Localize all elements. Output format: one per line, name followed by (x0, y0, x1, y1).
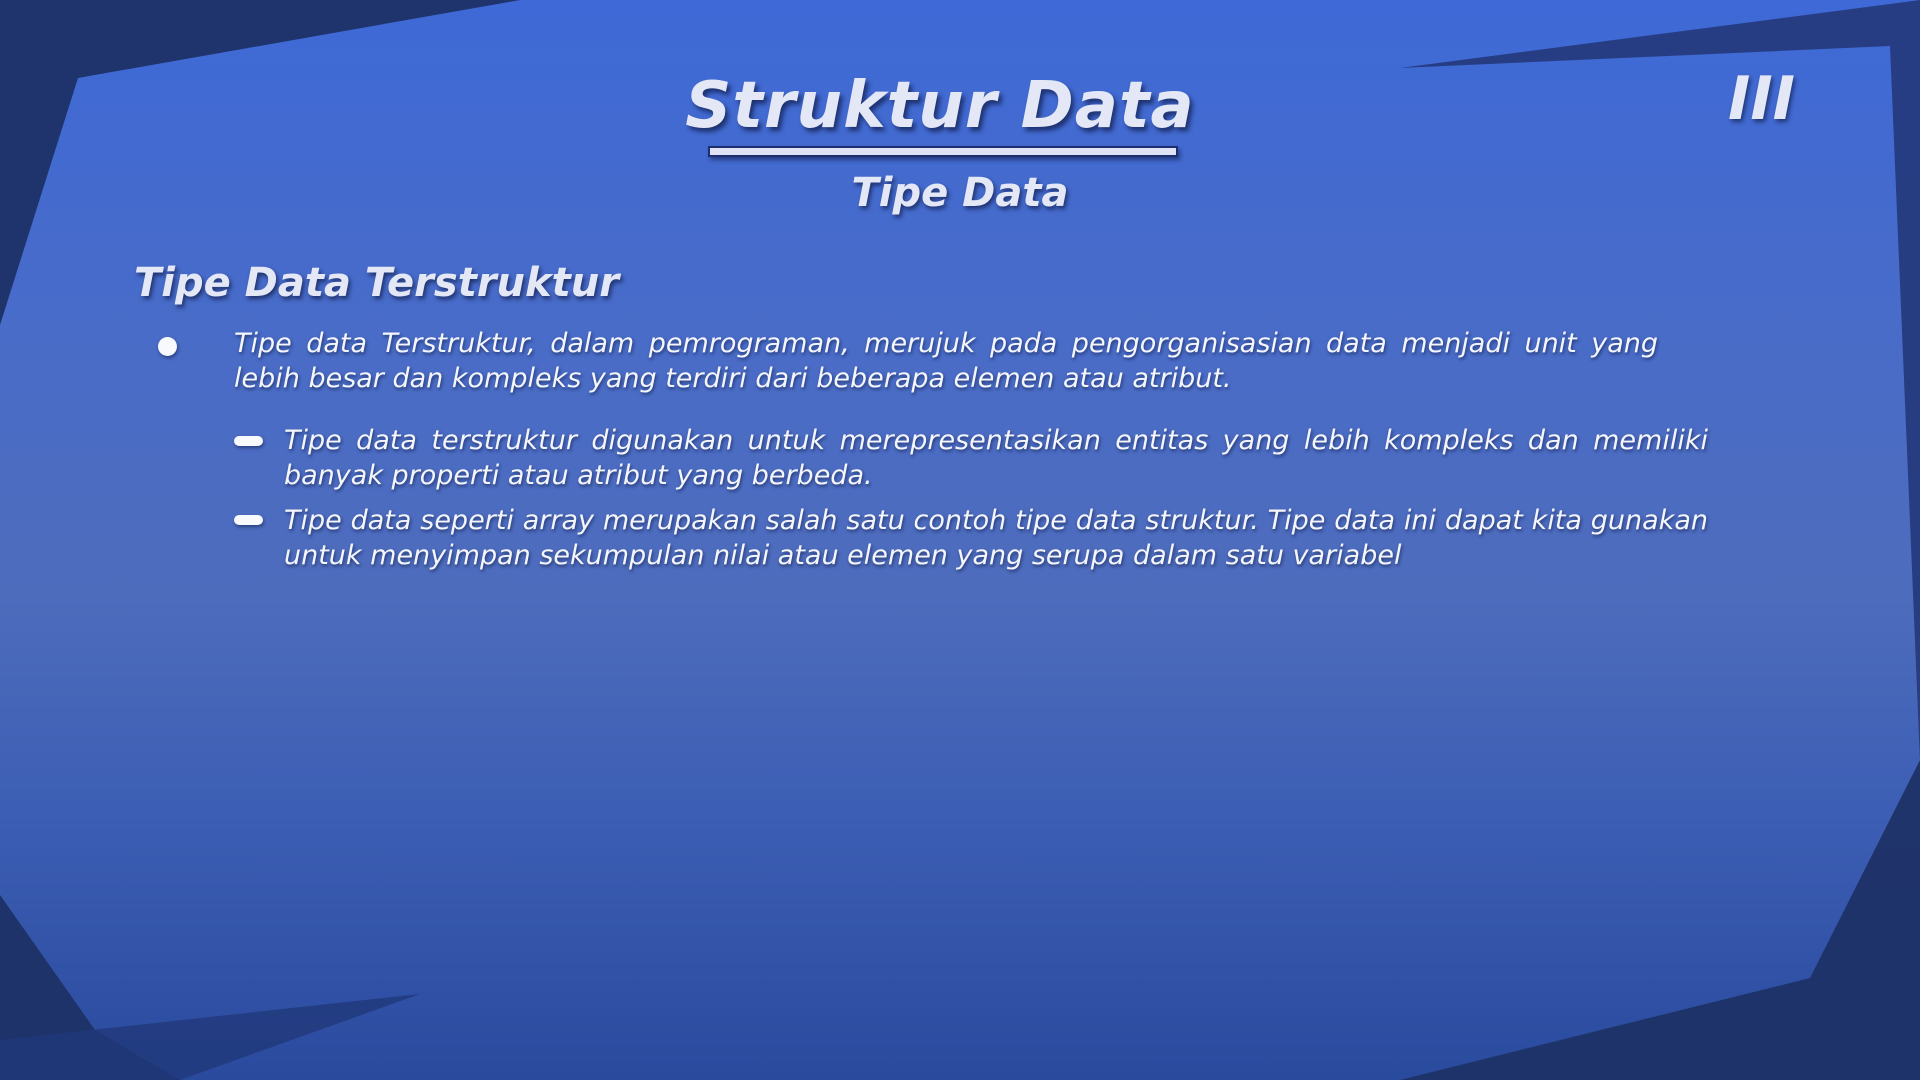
section-number-mark: III (1728, 64, 1795, 134)
section-heading: Tipe Data Terstruktur (134, 260, 619, 306)
sub-bullet-dash-icon (234, 436, 263, 446)
sub-bullet-text: Tipe data seperti array merupakan salah … (284, 505, 1708, 571)
slide: Struktur Data Tipe Data III Tipe Data Te… (0, 0, 1920, 1080)
slide-title: Struktur Data (685, 69, 1195, 143)
bullet-dot-icon (158, 337, 177, 356)
sub-bullet-dash-icon (234, 515, 263, 525)
slide-subtitle: Tipe Data (851, 170, 1069, 216)
bullet-text: Tipe data Terstruktur, dalam pemrograman… (234, 328, 1658, 394)
title-underline (708, 146, 1178, 157)
sub-bullet-text: Tipe data terstruktur digunakan untuk me… (284, 425, 1708, 491)
